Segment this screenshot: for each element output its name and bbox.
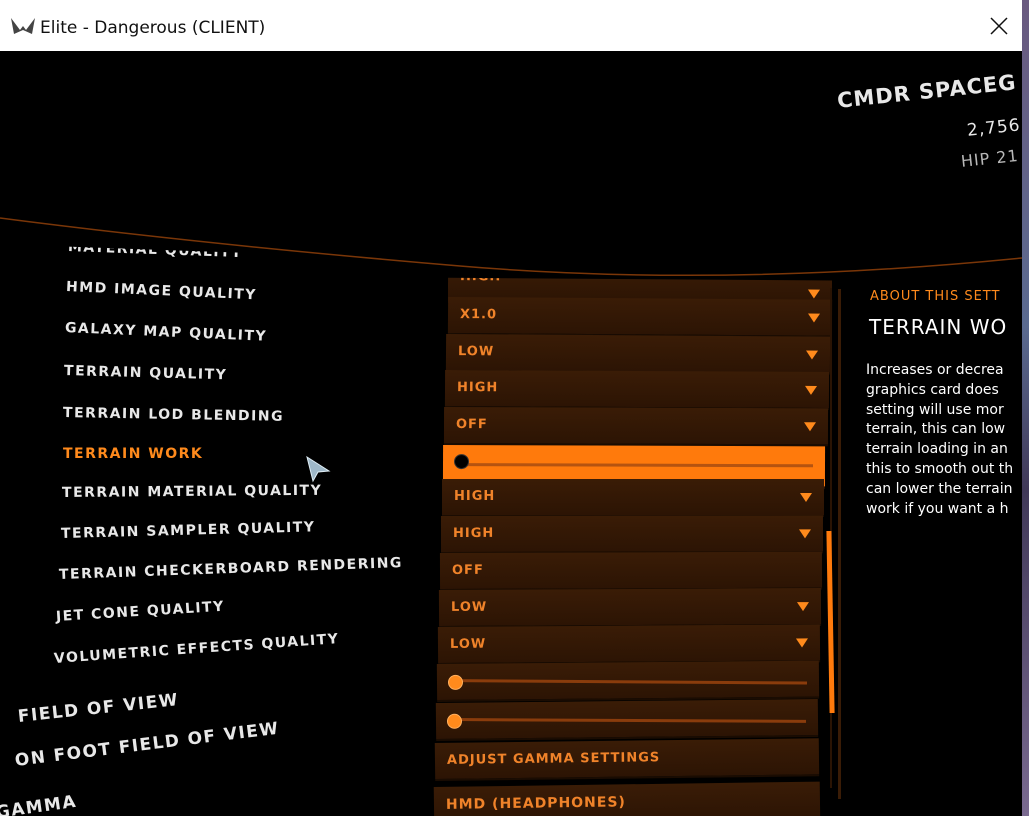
setting-label-terrain-lod-blending[interactable]: TERRAIN LOD BLENDING xyxy=(63,405,284,425)
setting-control-terrain-checkerboard-rendering[interactable]: OFF xyxy=(439,551,823,591)
setting-value: HIGH xyxy=(454,489,496,504)
about-line: terrain, this can low xyxy=(866,421,1006,438)
setting-control-terrain-sampler-quality[interactable]: HIGH xyxy=(440,515,824,554)
setting-value: HIGH xyxy=(452,525,495,541)
slider-knob[interactable] xyxy=(446,713,463,729)
setting-label-gamma[interactable]: GAMMA xyxy=(0,792,78,816)
dropdown-arrow-icon xyxy=(807,313,821,323)
setting-control-field-of-view[interactable] xyxy=(436,660,820,702)
mouse-cursor-icon xyxy=(306,455,331,483)
dropdown-arrow-icon xyxy=(804,385,818,395)
setting-value: LOW xyxy=(457,344,495,360)
game-viewport: CMDR SPACEG 2,756 HIP 21 MATERIAL QUALIT… xyxy=(0,51,1022,816)
about-line: setting will use mor xyxy=(866,401,1004,418)
commander-location: HIP 21 xyxy=(960,145,1020,171)
dropdown-arrow-icon xyxy=(808,290,820,299)
slider-track xyxy=(453,718,807,723)
settings-scrollbar[interactable] xyxy=(826,531,835,713)
setting-control-jet-cone-quality[interactable]: LOW xyxy=(438,588,822,628)
slider-knob[interactable] xyxy=(447,674,464,690)
setting-value: OFF xyxy=(451,562,484,578)
window-titlebar: Elite - Dangerous (CLIENT) xyxy=(0,0,1022,52)
setting-control-terrain-lod-blending[interactable]: OFF xyxy=(443,407,829,447)
about-line: graphics card does xyxy=(866,381,999,398)
setting-value: HIGH xyxy=(456,380,499,396)
setting-control-galaxy-map-quality[interactable]: LOW xyxy=(445,334,831,375)
close-icon xyxy=(990,16,1008,35)
setting-value: OFF xyxy=(455,417,488,433)
setting-label-volumetric-effects-quality[interactable]: VOLUMETRIC EFFECTS QUALITY xyxy=(53,631,339,667)
about-line: work if you want a h xyxy=(866,500,1009,517)
about-title: TERRAIN WO xyxy=(869,315,1008,339)
dropdown-arrow-icon xyxy=(805,350,819,360)
slider-knob[interactable] xyxy=(453,454,470,470)
setting-label-terrain-work[interactable]: TERRAIN WORK xyxy=(63,446,203,462)
setting-value: HMD (HEADPHONES) xyxy=(445,794,627,813)
dropdown-arrow-icon xyxy=(803,422,817,432)
about-panel: ABOUT THIS SETT TERRAIN WO Increases or … xyxy=(838,281,1022,816)
close-button[interactable] xyxy=(976,0,1022,51)
setting-control-hmd-image-quality[interactable]: X1.0 xyxy=(447,297,833,338)
setting-label-terrain-quality[interactable]: TERRAIN QUALITY xyxy=(64,363,228,383)
setting-label-field-of-view[interactable]: FIELD OF VIEW xyxy=(17,690,180,727)
about-line: terrain loading in an xyxy=(866,441,1008,458)
slider-track xyxy=(460,463,814,468)
setting-value: LOW xyxy=(450,599,488,615)
about-line: Increases or decrea xyxy=(866,362,1004,378)
setting-control-audio-output[interactable]: HMD (HEADPHONES) xyxy=(433,781,821,816)
commander-credits: 2,756 xyxy=(966,115,1022,141)
dropdown-arrow-icon xyxy=(798,529,812,539)
about-panel-border xyxy=(838,289,849,799)
window-title: Elite - Dangerous (CLIENT) xyxy=(40,18,266,38)
setting-control-on-foot-field-of-view[interactable] xyxy=(435,699,819,741)
elite-wings-icon xyxy=(11,18,35,34)
setting-label-terrain-checkerboard-rendering[interactable]: TERRAIN CHECKERBOARD RENDERING xyxy=(59,555,403,583)
commander-name: CMDR SPACEG xyxy=(836,70,1018,113)
dropdown-arrow-icon xyxy=(800,493,812,502)
about-description: Increases or decrea graphics card does s… xyxy=(866,361,1022,519)
setting-control-terrain-quality[interactable]: HIGH xyxy=(444,370,830,411)
about-line: can lower the terrain xyxy=(866,480,1013,497)
setting-value: X1.0 xyxy=(459,307,498,323)
dropdown-arrow-icon xyxy=(796,602,810,612)
setting-control-terrain-material-quality[interactable]: HIGH xyxy=(442,479,824,517)
setting-label-jet-cone-quality[interactable]: JET CONE QUALITY xyxy=(56,599,226,625)
setting-label-terrain-material-quality[interactable]: TERRAIN MATERIAL QUALITY xyxy=(62,483,322,501)
slider-track xyxy=(454,679,808,685)
dropdown-arrow-icon xyxy=(795,638,809,648)
setting-label-terrain-sampler-quality[interactable]: TERRAIN SAMPLER QUALITY xyxy=(61,519,316,542)
setting-label-galaxy-map-quality[interactable]: GALAXY MAP QUALITY xyxy=(65,320,268,345)
adjust-gamma-button[interactable]: ADJUST GAMMA SETTINGS xyxy=(434,738,820,781)
setting-control-volumetric-effects-quality[interactable]: LOW xyxy=(437,624,821,665)
desktop-background xyxy=(1022,0,1029,816)
button-label: ADJUST GAMMA SETTINGS xyxy=(446,750,661,768)
setting-value: LOW xyxy=(449,636,487,652)
about-line: this to smooth out th xyxy=(866,460,1014,477)
about-heading: ABOUT THIS SETT xyxy=(870,289,1001,304)
setting-label-on-foot-field-of-view[interactable]: ON FOOT FIELD OF VIEW xyxy=(14,719,281,771)
